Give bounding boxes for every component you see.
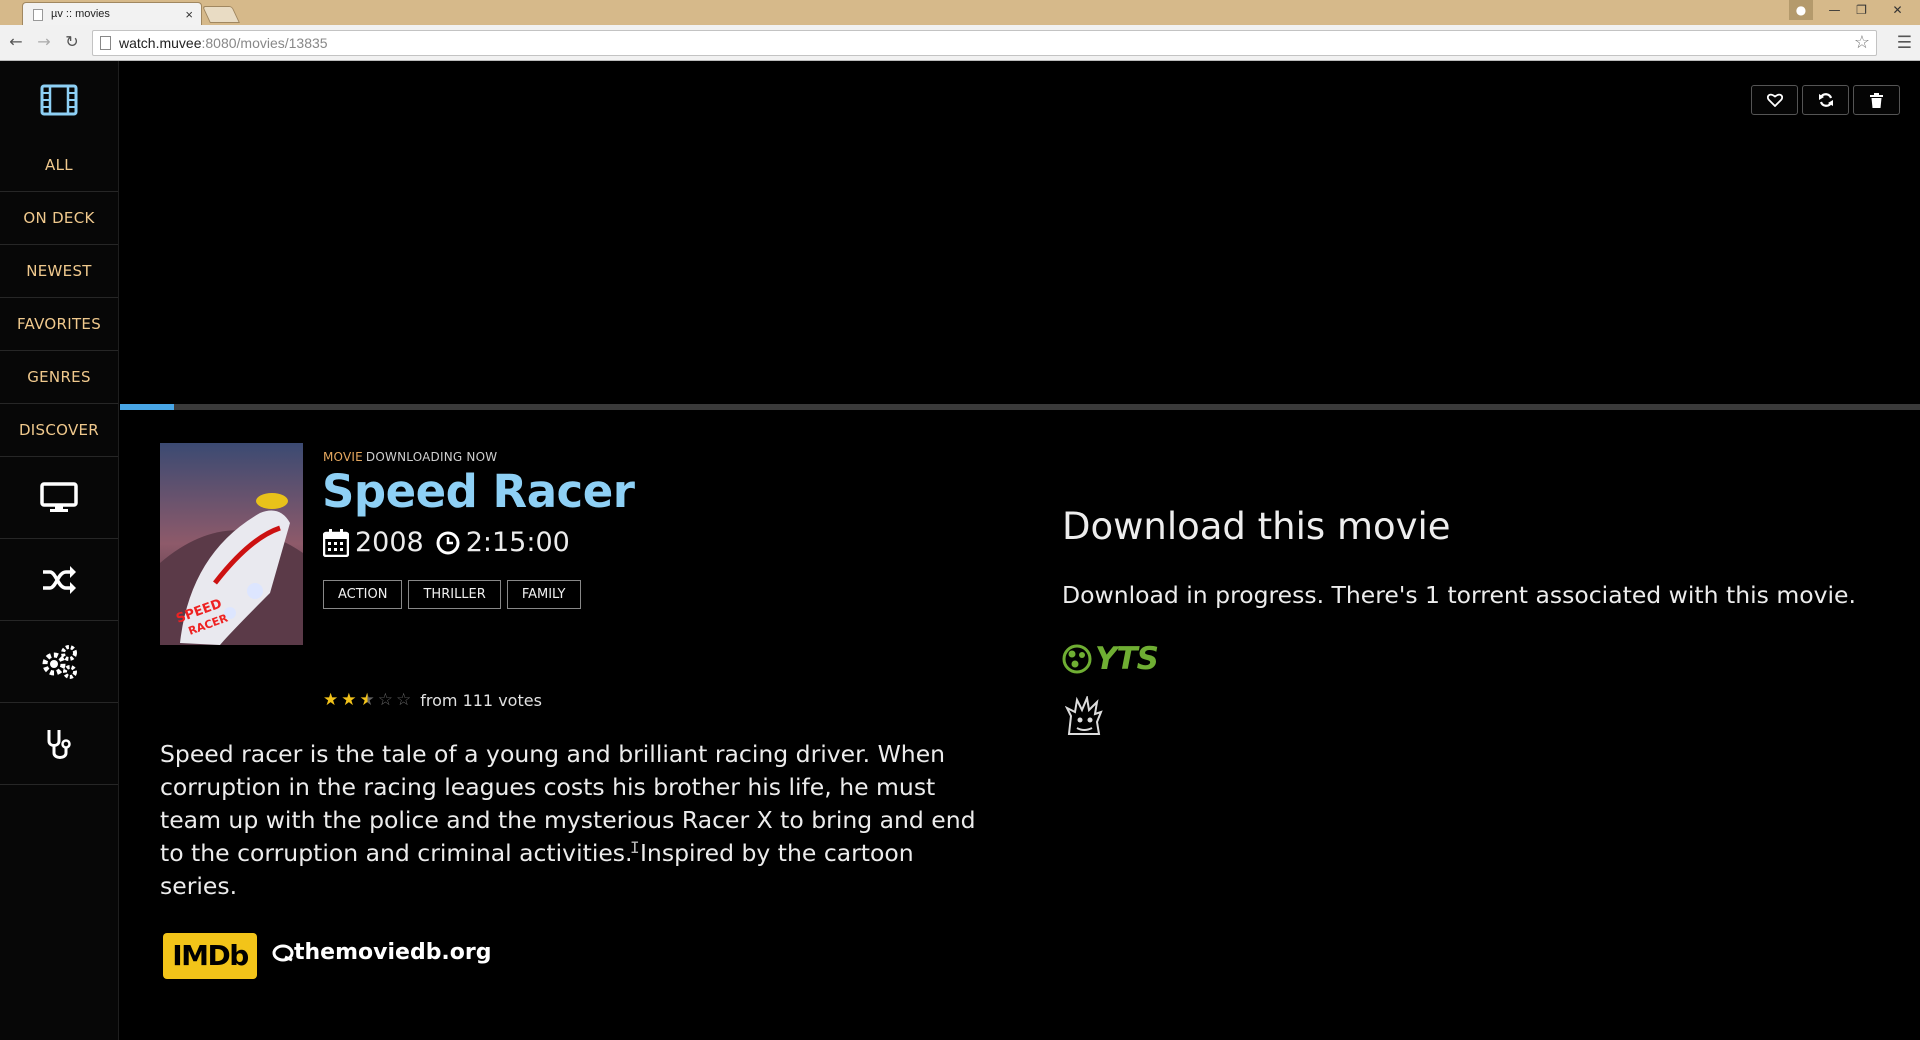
window-controls: ● — ❐ ✕ — [1789, 0, 1920, 20]
new-tab-button[interactable] — [202, 6, 240, 23]
cogs-icon[interactable] — [0, 621, 118, 703]
yts-source-link[interactable]: YTS — [1062, 641, 1159, 677]
restore-icon[interactable]: ❐ — [1848, 0, 1875, 20]
download-status-label: DOWNLOADING NOW — [365, 450, 498, 464]
movie-runtime: 2:15:00 — [465, 527, 570, 558]
download-progress-bar — [120, 404, 1920, 410]
nav-on-deck[interactable]: ON DECK — [0, 192, 118, 245]
back-arrow-icon[interactable]: ← — [6, 32, 26, 52]
forward-arrow-icon[interactable]: → — [34, 32, 54, 52]
download-progress-fill — [120, 404, 174, 410]
stethoscope-icon[interactable] — [0, 703, 118, 785]
calendar-icon — [323, 528, 349, 557]
browser-tab[interactable]: µv :: movies × — [22, 2, 202, 25]
star-empty-icon: ☆ — [396, 690, 412, 710]
download-heading: Download this movie — [1062, 505, 1451, 548]
url-host: watch.muvee — [119, 35, 202, 51]
film-logo-icon[interactable] — [0, 61, 118, 139]
movie-actions — [1751, 85, 1900, 115]
movie-date-line: 2008 2:15:00 — [323, 527, 570, 558]
tmdb-link[interactable]: themoviedb.org — [272, 940, 492, 965]
genre-tags: ACTION THRILLER FAMILY — [323, 580, 581, 609]
tmdb-label: themoviedb.org — [294, 940, 492, 965]
shuffle-icon[interactable] — [0, 539, 118, 621]
yts-label: YTS — [1095, 641, 1159, 677]
nav-favorites[interactable]: FAVORITES — [0, 298, 118, 351]
tmdb-logo-icon — [272, 944, 294, 961]
trash-icon — [1870, 92, 1883, 108]
genre-tag[interactable]: FAMILY — [506, 580, 581, 609]
star-empty-icon: ☆ — [377, 690, 393, 710]
movie-overview: Speed racer is the tale of a young and b… — [160, 740, 976, 900]
movie-poster[interactable]: SPEED RACER — [160, 443, 303, 645]
browser-titlebar: µv :: movies × ● — ❐ ✕ — [0, 0, 1920, 25]
text-cursor-icon: I — [630, 838, 640, 857]
kickass-source-link[interactable] — [1064, 694, 1103, 740]
rating: ★ ★ ★ ☆ ☆ from 111 votes — [323, 690, 542, 710]
votes-count: from 111 votes — [420, 690, 542, 710]
movie-detail: SPEED RACER MOVIE DOWNLOADING NOW Speed R… — [120, 61, 1920, 1040]
window-close-icon[interactable]: ✕ — [1875, 0, 1920, 20]
star-full-icon: ★ — [341, 690, 357, 710]
user-icon[interactable]: ● — [1789, 0, 1813, 20]
genre-tag[interactable]: ACTION — [323, 580, 403, 609]
movie-year: 2008 — [355, 527, 424, 558]
yts-logo-icon — [1062, 644, 1092, 674]
kickass-logo-icon — [1064, 694, 1103, 735]
browser-menu-icon[interactable]: ☰ — [1897, 33, 1912, 53]
imdb-link[interactable]: IMDb — [163, 933, 257, 979]
tab-close-icon[interactable]: × — [185, 7, 193, 22]
genre-tag[interactable]: THRILLER — [408, 580, 501, 609]
url-path: :8080/movies/13835 — [201, 35, 328, 51]
browser-toolbar: ← → ↻ watch.muvee:8080/movies/13835 ☆ ☰ — [0, 25, 1920, 61]
bookmark-star-icon[interactable]: ☆ — [1854, 32, 1870, 53]
page-favicon-icon — [33, 9, 43, 21]
movie-meta: MOVIE DOWNLOADING NOW — [323, 450, 497, 464]
media-type-label: MOVIE — [323, 450, 363, 464]
nav-genres[interactable]: GENRES — [0, 351, 118, 404]
heart-icon — [1766, 93, 1783, 107]
favorite-button[interactable] — [1751, 85, 1798, 115]
nav-discover[interactable]: DISCOVER — [0, 404, 118, 457]
clock-icon — [436, 531, 460, 554]
page-icon — [100, 36, 111, 50]
refresh-button[interactable] — [1802, 85, 1849, 115]
nav-newest[interactable]: NEWEST — [0, 245, 118, 298]
address-bar[interactable]: watch.muvee:8080/movies/13835 ☆ — [92, 30, 1877, 56]
tab-title: µv :: movies — [51, 8, 110, 20]
rating-stars: ★ ★ ★ ☆ ☆ — [323, 690, 414, 710]
movie-title: Speed Racer — [322, 465, 635, 518]
monitor-icon[interactable] — [0, 457, 118, 539]
sidebar: ALL ON DECK NEWEST FAVORITES GENRES DISC… — [0, 61, 119, 1040]
refresh-icon — [1818, 93, 1833, 107]
download-status-text: Download in progress. There's 1 torrent … — [1062, 581, 1856, 609]
delete-button[interactable] — [1853, 85, 1900, 115]
star-full-icon: ★ — [323, 690, 339, 710]
minimize-icon[interactable]: — — [1821, 0, 1848, 20]
nav-all[interactable]: ALL — [0, 139, 118, 192]
reload-icon[interactable]: ↻ — [62, 32, 82, 52]
star-half-icon: ★ — [359, 690, 375, 710]
